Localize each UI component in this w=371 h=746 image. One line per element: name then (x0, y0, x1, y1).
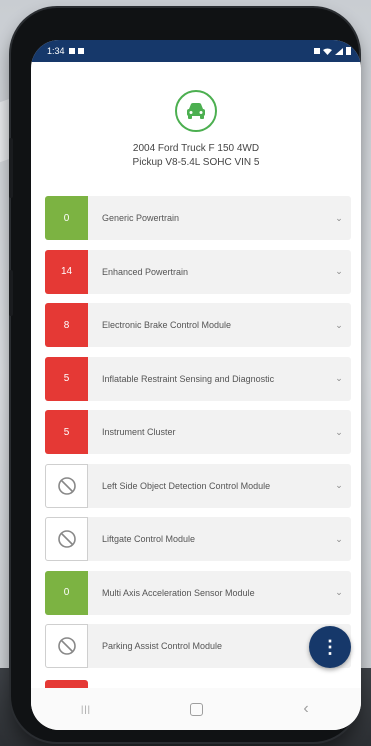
no-communication-icon (45, 463, 88, 508)
back-button[interactable]: ‹ (286, 694, 326, 724)
chevron-down-icon[interactable]: ⌄ (327, 250, 351, 294)
module-row-instrument-cluster[interactable]: 5 Instrument Cluster ⌄ (45, 410, 351, 454)
signal-icon (335, 47, 343, 55)
no-communication-icon (45, 624, 88, 668)
module-row-electronic-brake[interactable]: 8 Electronic Brake Control Module ⌄ (45, 303, 351, 347)
home-icon (189, 702, 203, 716)
module-name: Parking Assist Control Module (102, 641, 223, 651)
chevron-down-icon[interactable]: ⌄ (327, 196, 351, 240)
car-icon (175, 90, 217, 132)
module-name: Inflatable Restraint Sensing and Diagnos… (102, 373, 275, 384)
status-bar: 1:34 (31, 40, 361, 62)
chevron-down-icon[interactable]: ⌄ (327, 571, 351, 615)
more-vertical-icon: ⋮ (321, 636, 339, 657)
module-name: Multi Axis Acceleration Sensor Module (102, 587, 255, 598)
android-nav-bar: ||| ‹ (31, 688, 361, 730)
dtc-count-badge: 5 (45, 410, 88, 454)
vehicle-engine: Pickup V8-5.4L SOHC VIN 5 (132, 157, 260, 168)
module-row-enhanced-powertrain[interactable]: 14 Enhanced Powertrain ⌄ (45, 249, 351, 294)
module-row-multi-axis-acceleration[interactable]: 0 Multi Axis Acceleration Sensor Module … (45, 570, 351, 615)
module-list: 0 Generic Powertrain ⌄ 14 Enhanced Power… (45, 196, 351, 678)
home-button[interactable] (176, 694, 216, 724)
module-row-parking-assist[interactable]: Parking Assist Control Module ⌄ (45, 624, 351, 668)
module-row-inflatable-restraint[interactable]: 5 Inflatable Restraint Sensing and Diagn… (45, 356, 351, 401)
dtc-count-badge: 8 (45, 303, 88, 347)
module-name: Electronic Brake Control Module (102, 320, 232, 330)
volume-button (9, 138, 13, 198)
module-row-left-side-object-detection[interactable]: Left Side Object Detection Control Modul… (45, 463, 351, 508)
chevron-down-icon[interactable]: ⌄ (327, 464, 351, 508)
phone-frame: 1:34 2004 Ford Truck F 150 4WD Pickup V8… (9, 8, 361, 742)
app-screen: 1:34 2004 Ford Truck F 150 4WD Pickup V8… (31, 40, 361, 730)
module-row-generic-powertrain[interactable]: 0 Generic Powertrain ⌄ (45, 196, 351, 240)
dtc-count-badge: 5 (45, 356, 88, 401)
recents-icon: ||| (80, 704, 91, 714)
dtc-count-badge: 0 (45, 196, 88, 240)
recents-button[interactable]: ||| (66, 694, 106, 724)
sim-icon (77, 48, 84, 54)
more-options-button[interactable]: ⋮ (309, 626, 351, 668)
wifi-icon (323, 48, 332, 55)
battery-icon (346, 47, 351, 55)
vehicle-name: 2004 Ford Truck F 150 4WD (132, 143, 260, 154)
module-name: Instrument Cluster (102, 427, 176, 437)
module-name: Liftgate Control Module (102, 534, 196, 544)
chevron-down-icon[interactable]: ⌄ (327, 410, 351, 454)
dtc-count-badge: 14 (45, 249, 88, 294)
vehicle-header: 2004 Ford Truck F 150 4WD Pickup V8-5.4L… (31, 90, 361, 170)
chevron-down-icon[interactable]: ⌄ (327, 303, 351, 347)
module-name: Left Side Object Detection Control Modul… (102, 480, 271, 491)
module-row-liftgate[interactable]: Liftgate Control Module ⌄ (45, 517, 351, 561)
bixby-button (9, 270, 13, 316)
no-communication-icon (45, 517, 88, 561)
dtc-count-badge: 0 (45, 570, 88, 615)
status-time: 1:34 (47, 46, 65, 56)
module-row-partial[interactable] (45, 680, 88, 688)
vibrate-icon (314, 48, 320, 54)
back-icon: ‹ (303, 700, 309, 717)
chevron-down-icon[interactable]: ⌄ (327, 517, 351, 561)
chevron-down-icon[interactable]: ⌄ (327, 357, 351, 401)
module-name: Enhanced Powertrain (102, 266, 189, 277)
notification-icon (68, 48, 75, 54)
module-name: Generic Powertrain (102, 213, 180, 223)
